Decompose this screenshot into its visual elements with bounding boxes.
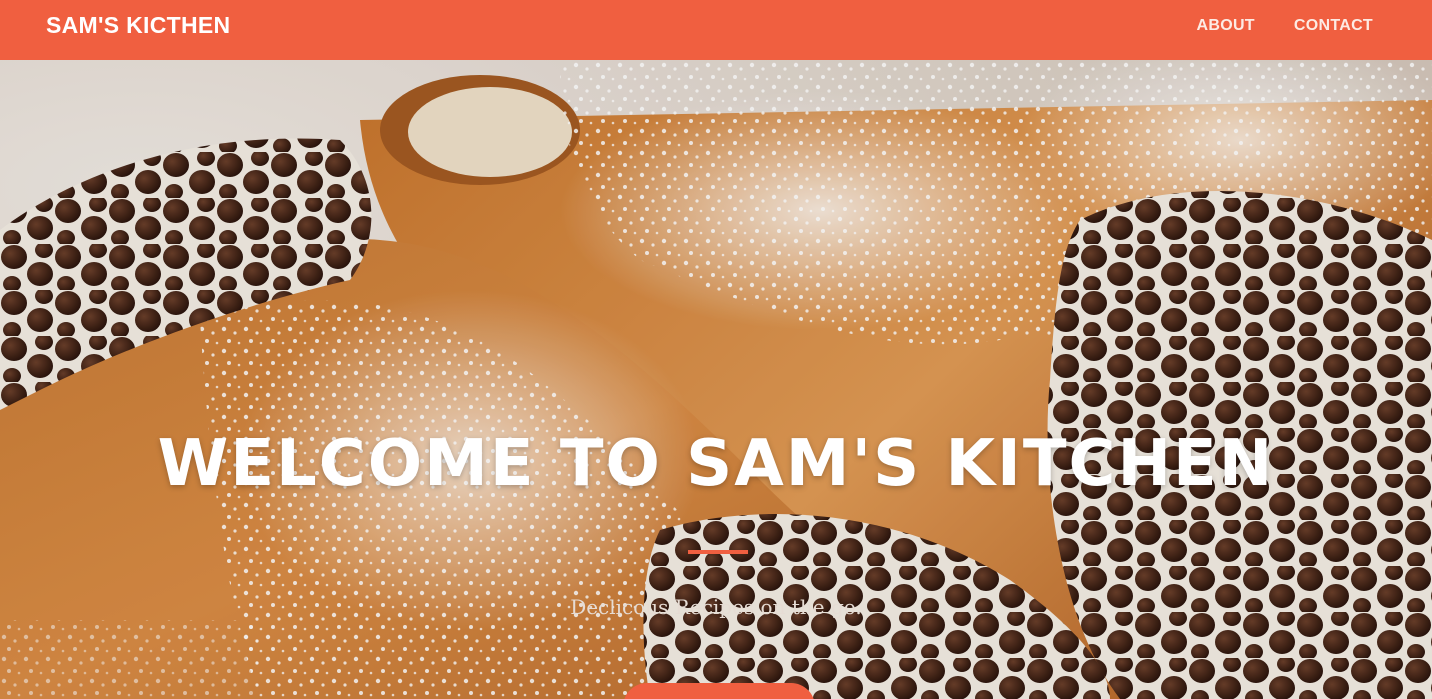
nav-link-contact[interactable]: CONTACT — [1294, 17, 1373, 35]
hero-divider — [688, 550, 748, 554]
nav-links: ABOUT CONTACT — [1196, 17, 1373, 35]
nav-link-about[interactable]: ABOUT — [1196, 17, 1254, 35]
brand-logo-link[interactable]: SAM'S KICTHEN — [46, 12, 230, 39]
hero-subtitle: Declicous Recipes on the go. — [570, 595, 862, 619]
hero-section: WELCOME TO SAM'S KITCHEN Declicous Recip… — [0, 60, 1432, 699]
hero-cta-button[interactable] — [623, 683, 815, 699]
hero-title: WELCOME TO SAM'S KITCHEN — [157, 427, 1275, 501]
top-navbar: SAM'S KICTHEN ABOUT CONTACT — [0, 0, 1432, 60]
